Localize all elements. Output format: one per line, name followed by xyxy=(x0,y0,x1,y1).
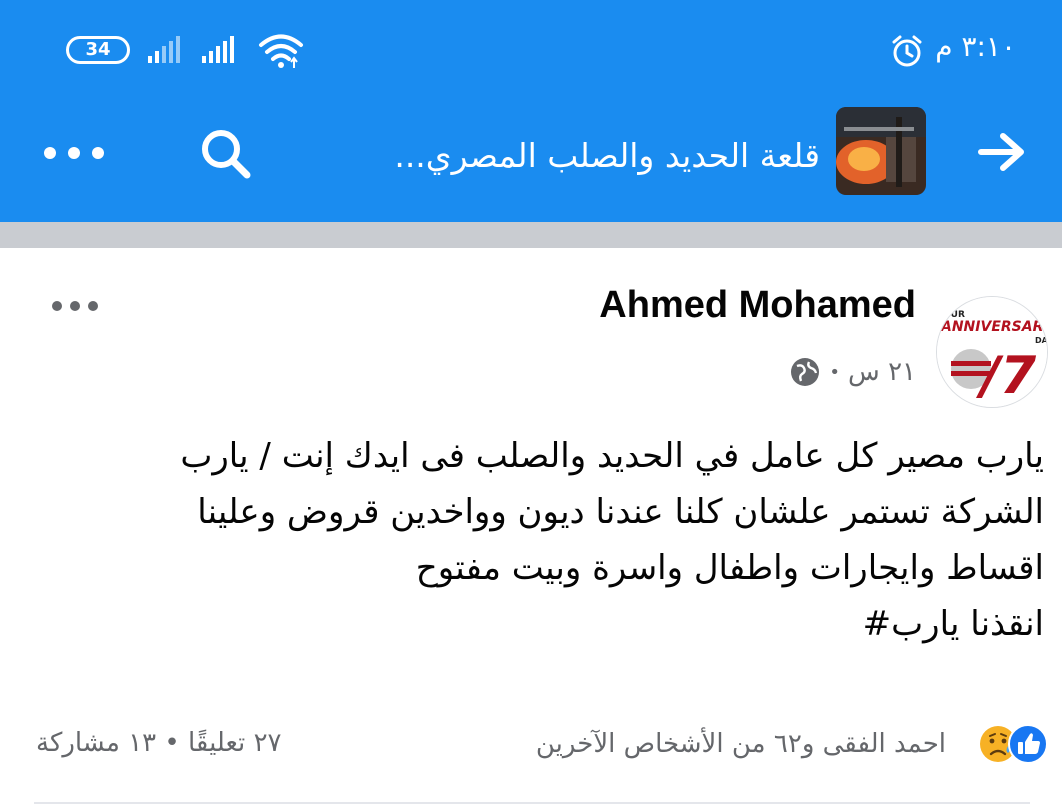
wifi-icon xyxy=(259,34,303,68)
alarm-clock-icon xyxy=(892,35,922,67)
search-icon[interactable] xyxy=(196,124,256,184)
divider xyxy=(34,802,1030,804)
meta-separator: • xyxy=(829,361,841,383)
like-reaction-icon xyxy=(1008,724,1048,764)
arrow-right-icon[interactable] xyxy=(975,130,1029,174)
post-line: يارب مصير كل عامل في الحديد والصلب فى اي… xyxy=(180,436,1044,476)
avatar-text-main: ANNIVERSAR xyxy=(940,319,1043,335)
post-meta: ٢١ س • xyxy=(789,352,916,392)
post-card: Ahmed Mohamed OUR ANNIVERSAR DA /7 ٢١ س … xyxy=(0,248,1062,811)
group-cover-thumbnail[interactable] xyxy=(836,107,926,195)
post-hashtag-line[interactable]: انقذنا يارب# xyxy=(44,596,1044,652)
post-timestamp[interactable]: ٢١ س xyxy=(848,357,916,387)
avatar-text-side: DA xyxy=(1035,336,1048,345)
globe-icon xyxy=(791,358,820,386)
comments-shares-count[interactable]: ٢٧ تعليقًا • ١٣ مشاركة xyxy=(36,728,282,758)
avatar-number: /7 xyxy=(976,346,1037,406)
section-divider xyxy=(0,222,1062,248)
group-cover-image xyxy=(836,107,926,195)
battery-indicator: 34 xyxy=(66,36,130,64)
clock-time: ٣:١٠ م xyxy=(935,30,1016,63)
more-horizontal-icon[interactable] xyxy=(50,296,100,316)
group-title[interactable]: قلعة الحديد والصلب المصري... xyxy=(300,126,820,186)
post-line: اقساط وايجارات واطفال واسرة وبيت مفتوح xyxy=(415,548,1044,588)
signal-icon xyxy=(148,36,180,63)
post-author-name[interactable]: Ahmed Mohamed xyxy=(599,284,916,327)
post-body: يارب مصير كل عامل في الحديد والصلب فى اي… xyxy=(44,428,1044,652)
signal-icon xyxy=(202,36,234,63)
status-bar: 34 ٣:١٠ م xyxy=(0,0,1062,100)
app-bar: قلعة الحديد والصلب المصري... xyxy=(0,100,1062,222)
reaction-icons xyxy=(956,722,1048,766)
avatar-image: OUR ANNIVERSAR DA /7 xyxy=(937,297,1048,407)
more-horizontal-icon[interactable] xyxy=(40,138,110,168)
avatar[interactable]: OUR ANNIVERSAR DA /7 xyxy=(936,296,1048,408)
post-line: الشركة تستمر علشان كلنا عندنا ديون وواخد… xyxy=(197,492,1044,532)
reaction-summary[interactable]: احمد الفقى و٦٢ من الأشخاص الآخرين xyxy=(536,722,1048,766)
reactors-text[interactable]: احمد الفقى و٦٢ من الأشخاص الآخرين xyxy=(536,729,946,759)
